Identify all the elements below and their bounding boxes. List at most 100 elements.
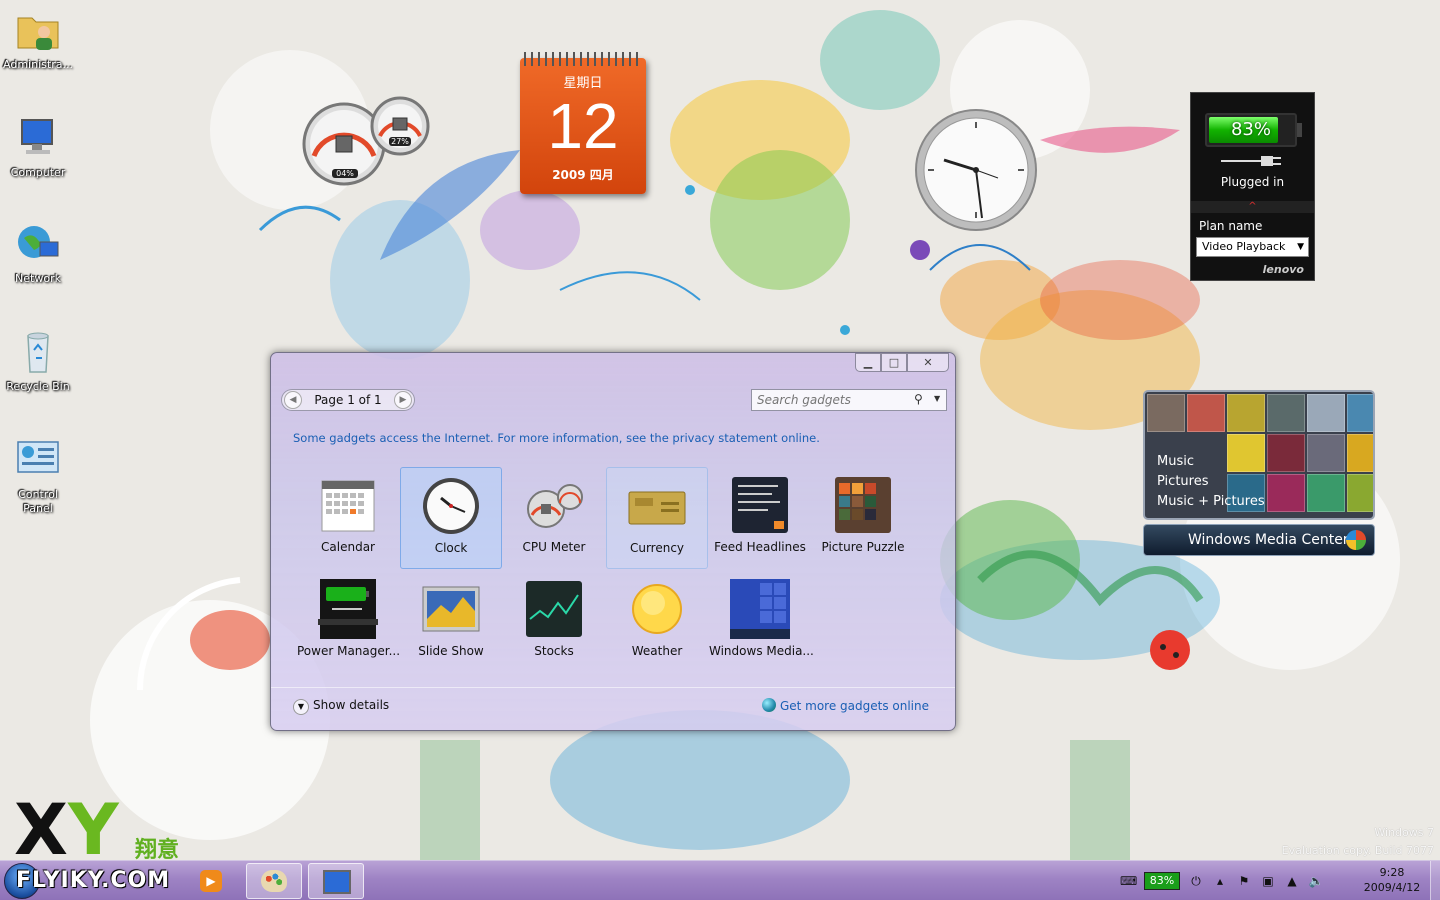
gadget-label: Feed Headlines: [714, 540, 806, 554]
control-panel-icon: [323, 870, 351, 894]
power-plug-tray-icon[interactable]: ⏻: [1188, 873, 1204, 889]
power-manager-thumb-icon: [318, 579, 378, 639]
minimize-button[interactable]: ▁: [855, 353, 881, 372]
recycle-bin-icon: [14, 328, 62, 376]
media-center-launch-bar[interactable]: Windows Media Center: [1143, 524, 1375, 556]
clock-date: 2009/4/12: [1363, 881, 1421, 894]
cpu-meter-thumb-icon: [524, 475, 584, 535]
window-controls: ▁ □ ✕: [855, 353, 949, 373]
get-more-gadgets-link[interactable]: Get more gadgets online: [761, 698, 929, 713]
media-center-menu: Music Pictures Music + Pictures: [1157, 452, 1265, 512]
gadget-label: Slide Show: [418, 644, 484, 658]
desktop-icon-user-folder[interactable]: Administra...: [2, 6, 74, 72]
power-plan-select[interactable]: Video Playback ▼: [1196, 237, 1309, 257]
keyboard-icon[interactable]: ⌨: [1120, 873, 1137, 889]
computer-icon: [14, 114, 62, 162]
power-manager-gadget[interactable]: 83% Plugged in ^ Plan name Video Playbac…: [1190, 92, 1315, 281]
search-icon[interactable]: ⚲: [914, 392, 923, 406]
gadget-label: Calendar: [321, 540, 375, 554]
desktop-icon-control-panel[interactable]: Control Panel: [2, 436, 74, 516]
tray-battery-badge[interactable]: 83%: [1144, 872, 1180, 890]
gadget-tile-calendar[interactable]: Calendar: [297, 467, 399, 569]
media-center-menu-music-pictures[interactable]: Music + Pictures: [1157, 492, 1265, 512]
show-desktop-button[interactable]: [1430, 861, 1440, 900]
power-status: Plugged in: [1220, 175, 1285, 189]
calendar-gadget[interactable]: 星期日 12 2009 四月: [520, 52, 646, 194]
calendar-rings: [524, 52, 642, 66]
picture-puzzle-thumb-icon: [833, 475, 893, 535]
gadget-tile-cpu-meter[interactable]: CPU Meter: [503, 467, 605, 569]
page-indicator: Page 1 of 1: [314, 393, 382, 407]
flyiky-site-logo: FLYIKY.COM: [16, 868, 171, 893]
gadget-gallery-window: ▁ □ ✕ ◀ Page 1 of 1 ▶ ⚲ ▼ Some gadgets a…: [270, 352, 956, 731]
search-gadgets-box: ⚲ ▼: [751, 389, 947, 411]
stocks-thumb-icon: [524, 579, 584, 639]
windows-build-text: Evaluation copy. Build 7077: [1281, 844, 1434, 857]
clock-gadget[interactable]: [914, 108, 1038, 232]
paint-palette-icon: [261, 870, 287, 892]
control-panel-icon: [14, 436, 62, 484]
gadget-tile-slide-show[interactable]: Slide Show: [400, 571, 502, 673]
next-page-icon[interactable]: ▶: [394, 391, 412, 409]
show-details-label: Show details: [313, 698, 390, 712]
taskbar-paint-button[interactable]: [246, 863, 302, 899]
taskbar: ▶ ⌨ 83% ⏻ ▴ ⚑ ▣ ▲ 🔈 9:28 2009/4/12: [0, 860, 1440, 900]
windows-orb-icon: [1346, 530, 1366, 550]
show-details-toggle[interactable]: ▼ Show details: [293, 698, 389, 715]
privacy-notice-link[interactable]: Some gadgets access the Internet. For mo…: [293, 431, 820, 445]
search-dropdown-icon[interactable]: ▼: [934, 394, 940, 403]
calendar-day: 12: [547, 90, 619, 162]
system-tray: ⌨ 83% ⏻ ▴ ⚑ ▣ ▲ 🔈: [1120, 869, 1324, 893]
collapse-toggle-icon[interactable]: ^: [1191, 201, 1314, 213]
network-signal-icon[interactable]: ▲: [1284, 873, 1300, 889]
previous-page-icon[interactable]: ◀: [284, 391, 302, 409]
safely-remove-icon[interactable]: ▣: [1260, 873, 1276, 889]
feed-headlines-thumb-icon: [730, 475, 790, 535]
gadget-tile-picture-puzzle[interactable]: Picture Puzzle: [812, 467, 914, 569]
taskbar-media-player-button[interactable]: ▶: [194, 863, 230, 899]
media-center-gadget[interactable]: Music Pictures Music + Pictures Windows …: [1143, 390, 1375, 556]
show-hidden-icons-icon[interactable]: ▴: [1212, 873, 1228, 889]
power-plan-value: Video Playback: [1202, 240, 1286, 253]
gadget-label: Windows Media...: [709, 644, 814, 658]
media-center-menu-music[interactable]: Music: [1157, 452, 1265, 472]
slide-show-thumb-icon: [421, 579, 481, 639]
desktop-icon-recycle-bin[interactable]: Recycle Bin: [2, 328, 74, 394]
weather-sun-icon: [627, 579, 687, 639]
gadget-tile-weather[interactable]: Weather: [606, 571, 708, 673]
calendar-year-month: 2009 四月: [552, 168, 614, 182]
gadget-tile-clock[interactable]: Clock: [400, 467, 502, 569]
desktop-icon-label: Administra...: [3, 58, 73, 71]
close-button[interactable]: ✕: [907, 353, 949, 372]
cpu-usage-readout: 04%: [332, 169, 358, 178]
gadget-label: Currency: [629, 541, 685, 555]
media-center-title: Windows Media Center: [1188, 532, 1349, 548]
desktop-icon-network[interactable]: Network: [2, 220, 74, 286]
desktop-icon-computer[interactable]: Computer: [2, 114, 74, 180]
volume-icon[interactable]: 🔈: [1308, 873, 1324, 889]
battery-level-meter: 83%: [1205, 113, 1297, 147]
taskbar-control-panel-button[interactable]: [308, 863, 364, 899]
search-input[interactable]: [752, 390, 912, 410]
battery-tip: [1297, 123, 1302, 137]
media-player-icon: ▶: [200, 870, 222, 892]
gadget-tile-feed-headlines[interactable]: Feed Headlines: [709, 467, 811, 569]
windows-edition-text: Windows 7: [1374, 826, 1434, 839]
gadget-tile-windows-media[interactable]: Windows Media...: [709, 571, 814, 673]
globe-icon: [761, 698, 776, 712]
action-center-flag-icon[interactable]: ⚑: [1236, 873, 1252, 889]
page-navigator: ◀ Page 1 of 1 ▶: [281, 389, 415, 411]
maximize-button[interactable]: □: [881, 353, 907, 372]
gadget-tile-stocks[interactable]: Stocks: [503, 571, 605, 673]
user-folder-icon: [14, 6, 62, 54]
desktop-icon-label: Recycle Bin: [6, 380, 70, 393]
cpu-meter-gadget[interactable]: 04% 27%: [302, 96, 430, 188]
lenovo-logo: lenovo: [1262, 263, 1304, 276]
calendar-thumb-icon: [318, 475, 378, 535]
gadget-tile-power-manager[interactable]: Power Manager...: [297, 571, 400, 673]
taskbar-clock[interactable]: 9:28 2009/4/12: [1354, 865, 1430, 895]
clock-thumb-icon: [421, 476, 481, 536]
gadget-tile-currency[interactable]: Currency: [606, 467, 708, 569]
desktop-icon-label: Computer: [10, 166, 66, 179]
media-center-menu-pictures[interactable]: Pictures: [1157, 472, 1265, 492]
